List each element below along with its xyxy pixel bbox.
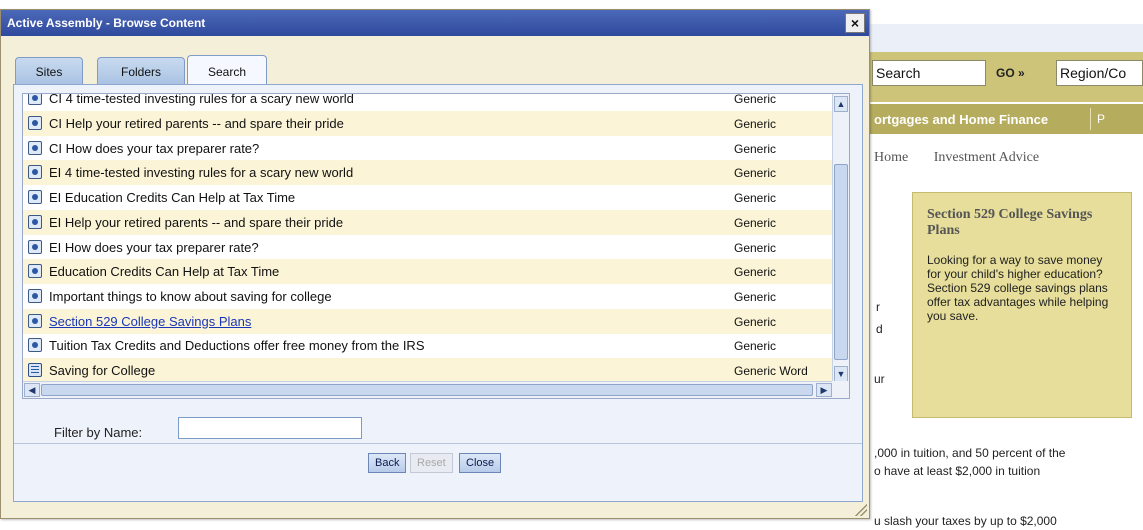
item-name: Saving for College xyxy=(49,363,156,378)
web-document-icon xyxy=(28,94,42,105)
web-document-icon xyxy=(28,313,42,328)
item-name: EI 4 time-tested investing rules for a s… xyxy=(49,165,354,181)
item-type: Generic xyxy=(734,265,777,280)
breadcrumb: Home Investment Advice xyxy=(874,150,1061,166)
horizontal-scrollbar[interactable]: ◀ ▶ xyxy=(23,381,833,398)
web-document-icon xyxy=(28,140,42,155)
nav-item-next[interactable]: P xyxy=(1090,108,1143,130)
item-name: Education Credits Can Help at Tax Time xyxy=(49,264,280,280)
list-item[interactable]: CI Help your retired parents -- and spar… xyxy=(23,111,833,136)
page-top-band xyxy=(862,24,1143,52)
dialog-button-row: Back Reset Close xyxy=(14,453,862,475)
tab-sites[interactable]: Sites xyxy=(15,57,83,85)
list-item[interactable]: CI How does your tax preparer rate? Gener… xyxy=(23,136,833,161)
list-item[interactable]: Tuition Tax Credits and Deductions offer… xyxy=(23,333,833,358)
item-type: Generic xyxy=(734,166,777,181)
results-rows: CI 4 time-tested investing rules for a s… xyxy=(23,94,833,384)
scroll-down-button[interactable]: ▼ xyxy=(834,366,848,382)
item-name: EI How does your tax preparer rate? xyxy=(49,239,259,255)
item-type: Generic xyxy=(734,289,777,304)
dialog-close-button[interactable]: × xyxy=(845,13,865,33)
item-type: Generic xyxy=(734,240,777,255)
scroll-up-button[interactable]: ▲ xyxy=(834,96,848,112)
resize-grip[interactable] xyxy=(855,504,867,516)
page-body-text: u slash your taxes by up to $2,000 xyxy=(874,514,1057,528)
item-name: EI Education Credits Can Help at Tax Tim… xyxy=(49,190,296,206)
scroll-right-button[interactable]: ▶ xyxy=(816,383,832,397)
filter-by-name-input[interactable] xyxy=(178,417,362,439)
scroll-left-button[interactable]: ◀ xyxy=(24,383,40,397)
divider xyxy=(14,443,862,444)
tab-folders[interactable]: Folders xyxy=(97,57,185,85)
list-item[interactable]: Section 529 College Savings Plans Generic xyxy=(23,308,833,334)
web-document-icon xyxy=(28,190,42,205)
web-document-icon xyxy=(28,214,42,229)
item-type: Generic xyxy=(734,191,777,206)
list-item[interactable]: EI 4 time-tested investing rules for a s… xyxy=(23,160,833,186)
scrollbar-corner xyxy=(832,381,849,398)
filter-area: Filter by Name: xyxy=(14,403,862,443)
item-name: CI How does your tax preparer rate? xyxy=(49,140,260,156)
list-item[interactable]: Education Credits Can Help at Tax Time Ge… xyxy=(23,259,833,285)
list-item[interactable]: Important things to know about saving fo… xyxy=(23,284,833,309)
web-document-icon xyxy=(28,264,42,279)
word-document-icon xyxy=(28,363,42,377)
vertical-scrollbar[interactable]: ▲ ▼ xyxy=(832,94,849,384)
close-button[interactable]: Close xyxy=(459,453,502,473)
list-item[interactable]: Saving for College Generic Word xyxy=(23,358,833,383)
item-name: Tuition Tax Credits and Deductions offer… xyxy=(49,338,425,354)
list-item[interactable]: CI 4 time-tested investing rules for a s… xyxy=(23,93,833,111)
item-name: CI Help your retired parents -- and spar… xyxy=(49,116,344,131)
promo-box: Section 529 College Savings Plans Lookin… xyxy=(912,192,1132,418)
item-name: EI Help your retired parents -- and spar… xyxy=(49,214,344,230)
web-document-icon xyxy=(28,116,42,130)
back-button[interactable]: Back xyxy=(368,453,407,473)
tab-search[interactable]: Search xyxy=(187,55,267,85)
list-item[interactable]: EI How does your tax preparer rate? Gener… xyxy=(23,235,833,260)
region-select[interactable]: Region/Co xyxy=(1056,60,1143,86)
results-list: CI 4 time-tested investing rules for a s… xyxy=(22,93,850,399)
promo-title[interactable]: Section 529 College Savings Plans xyxy=(927,207,1117,239)
web-document-icon xyxy=(28,338,42,353)
browse-content-dialog: Active Assembly - Browse Content × Sites… xyxy=(0,9,870,519)
item-type: Generic xyxy=(734,93,777,106)
page-body-text: o have at least $2,000 in tuition xyxy=(874,464,1041,478)
reset-button[interactable]: Reset xyxy=(410,453,453,473)
site-search-input[interactable]: Search xyxy=(872,60,986,86)
list-item[interactable]: EI Help your retired parents -- and spar… xyxy=(23,209,833,235)
dialog-titlebar[interactable]: Active Assembly - Browse Content × xyxy=(1,10,869,36)
page-body-text: ,000 in tuition, and 50 percent of the xyxy=(874,446,1066,460)
horizontal-scroll-thumb[interactable] xyxy=(41,384,813,396)
page-text-fragment: r xyxy=(876,300,880,314)
search-panel: CI 4 time-tested investing rules for a s… xyxy=(13,84,863,502)
web-document-icon xyxy=(28,239,42,254)
item-type: Generic Word xyxy=(734,364,808,378)
item-type: Generic xyxy=(734,141,777,156)
item-name: Important things to know about saving fo… xyxy=(49,288,332,304)
nav-item-mortgages[interactable]: ortgages and Home Finance xyxy=(874,112,1048,127)
web-document-icon xyxy=(28,288,42,303)
item-type: Generic xyxy=(734,314,777,329)
list-item[interactable]: EI Education Credits Can Help at Tax Tim… xyxy=(23,185,833,210)
item-name: CI 4 time-tested investing rules for a s… xyxy=(49,93,354,106)
item-type: Generic xyxy=(734,117,777,131)
vertical-scroll-thumb[interactable] xyxy=(834,164,848,360)
filter-label: Filter by Name: xyxy=(54,425,143,440)
promo-body: Looking for a way to save money for your… xyxy=(927,253,1109,323)
site-go-button[interactable]: GO » xyxy=(996,66,1025,80)
breadcrumb-home[interactable]: Home xyxy=(874,150,908,165)
web-document-icon xyxy=(28,165,42,180)
item-name[interactable]: Section 529 College Savings Plans xyxy=(49,314,251,329)
page-text-fragment: d xyxy=(876,322,883,336)
page-text-fragment: ur xyxy=(874,372,885,386)
dialog-title: Active Assembly - Browse Content xyxy=(7,16,206,30)
breadcrumb-investment-advice[interactable]: Investment Advice xyxy=(934,150,1039,165)
item-type: Generic xyxy=(734,215,777,230)
item-type: Generic xyxy=(734,339,777,354)
